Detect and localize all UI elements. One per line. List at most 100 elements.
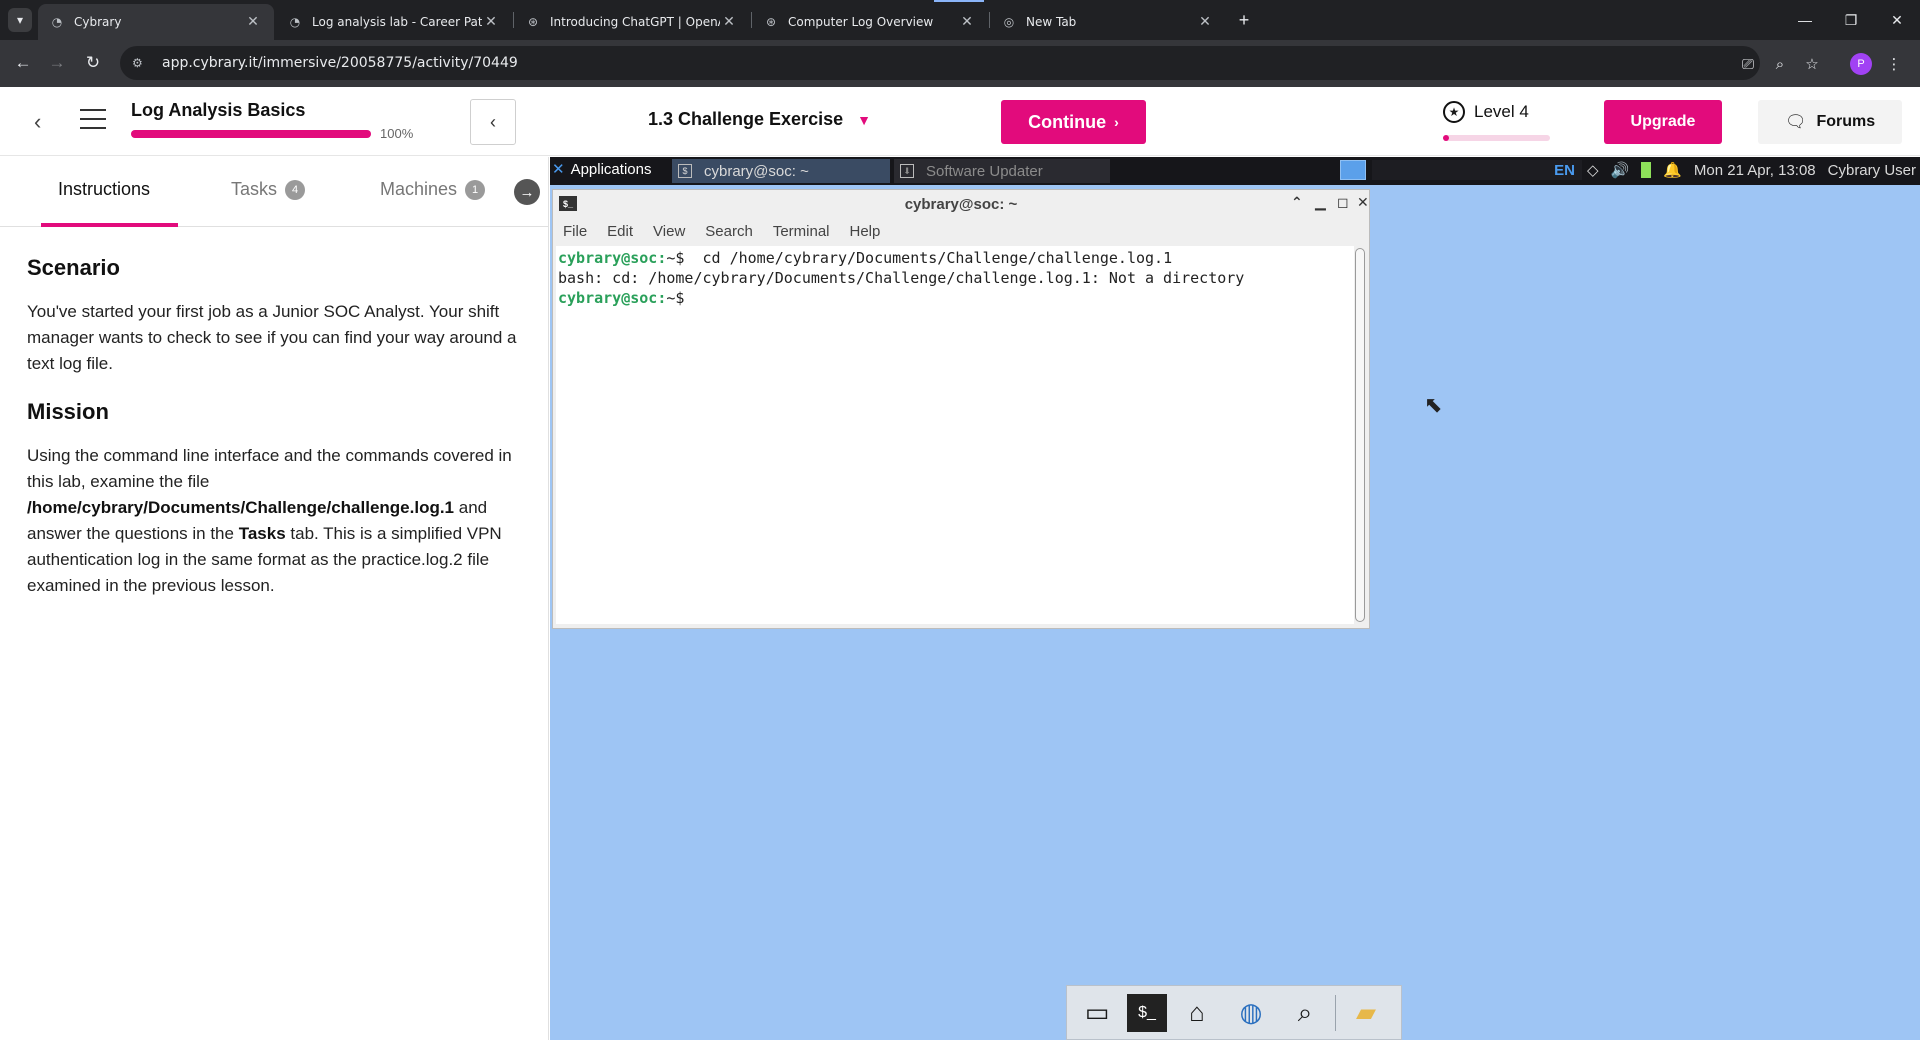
restore-window-button[interactable]: ❐	[1828, 0, 1874, 40]
menu-search[interactable]: Search	[705, 223, 753, 240]
plus-icon: +	[1238, 9, 1250, 30]
browser-tab-1[interactable]: ◔ Cybrary ✕	[38, 4, 274, 40]
close-icon[interactable]: ✕	[244, 13, 262, 31]
address-bar[interactable]: ⚙ app.cybrary.it/immersive/20058775/acti…	[120, 46, 1760, 80]
close-icon[interactable]: ✕	[1196, 13, 1214, 31]
close-icon[interactable]: ✕	[482, 13, 500, 31]
workspace-empty[interactable]	[1372, 160, 1582, 180]
chevron-down-icon: ▾	[16, 13, 24, 27]
panel-tabs: Instructions Tasks 4 Machines 1 →	[0, 157, 549, 227]
terminal-line-1: ~$ cd /home/cybrary/Documents/Challenge/…	[666, 249, 1173, 267]
close-icon[interactable]: ✕	[958, 13, 976, 31]
taskbar-terminal-label: cybrary@soc: ~	[704, 162, 809, 180]
new-tab-button[interactable]: +	[1232, 8, 1256, 32]
menu-file[interactable]: File	[563, 223, 587, 240]
search-icon[interactable]: ⌕	[1281, 991, 1329, 1035]
course-progress-label: 100%	[380, 126, 414, 141]
minimize-window-button[interactable]: —	[1782, 0, 1828, 40]
terminal-launcher-icon[interactable]: $_	[1127, 993, 1167, 1032]
remote-desktop[interactable]: ✕ Applications $ cybrary@soc: ~ ⬇ Softwa…	[550, 157, 1920, 1040]
minimize-icon[interactable]: ▁	[1315, 194, 1326, 211]
machines-count-badge: 1	[465, 179, 486, 200]
close-icon[interactable]: ✕	[1357, 194, 1369, 211]
browser-tabstrip: ▾ ◔ Cybrary ✕ ◔ Log analysis lab - Caree…	[0, 0, 1920, 40]
terminal-line-3: ~$	[666, 289, 694, 307]
dock-separator	[1335, 994, 1336, 1031]
collapse-panel-button[interactable]: ‹	[470, 99, 516, 145]
close-window-button[interactable]: ✕	[1874, 0, 1920, 40]
terminal-titlebar[interactable]: $_ cybrary@soc: ~ ⌃ ▁ ◻ ✕	[553, 190, 1369, 218]
menu-terminal[interactable]: Terminal	[773, 223, 830, 240]
taskbar-terminal[interactable]: $ cybrary@soc: ~	[672, 159, 890, 183]
web-browser-icon[interactable]: ◍	[1227, 991, 1275, 1035]
chat-bubble-icon: 🗨	[1784, 112, 1807, 131]
terminal-window[interactable]: $_ cybrary@soc: ~ ⌃ ▁ ◻ ✕ File Edit View…	[552, 189, 1370, 629]
tab-label: Tasks	[231, 179, 278, 199]
mission-file-path: /home/cybrary/Documents/Challenge/challe…	[27, 498, 455, 517]
course-title: Log Analysis Basics	[131, 100, 306, 120]
hamburger-menu-icon[interactable]	[80, 109, 106, 129]
forums-label: Forums	[1816, 113, 1876, 130]
taskbar-software-updater[interactable]: ⬇ Software Updater	[894, 159, 1110, 183]
profile-avatar[interactable]: P	[1850, 53, 1872, 75]
terminal-title: cybrary@soc: ~	[904, 195, 1018, 213]
keyboard-layout[interactable]: EN	[1554, 162, 1575, 179]
reload-button[interactable]: ↻	[80, 50, 106, 76]
install-app-button[interactable]: ⎚	[1736, 52, 1760, 76]
browser-tab-2[interactable]: ◔ Log analysis lab - Career Paths ✕	[276, 4, 512, 40]
back-button[interactable]: ←	[10, 50, 36, 76]
taskbar-updater-label: Software Updater	[926, 162, 1043, 180]
site-settings-icon[interactable]: ⚙	[132, 56, 152, 70]
chevron-up-icon[interactable]: ⌃	[1291, 194, 1303, 211]
terminal-icon: $	[678, 164, 692, 178]
battery-icon[interactable]	[1641, 162, 1652, 178]
zoom-button[interactable]: ⌕	[1768, 52, 1792, 76]
terminal-output[interactable]: cybrary@soc:~$ cd /home/cybrary/Document…	[556, 246, 1354, 624]
xfce-logo-icon: ✕	[552, 161, 565, 178]
volume-icon[interactable]: 🔊	[1611, 161, 1630, 179]
bookmark-button[interactable]: ☆	[1800, 52, 1824, 76]
openai-icon: ⊛	[765, 15, 777, 29]
user-name[interactable]: Cybrary User	[1828, 162, 1916, 179]
workspace-switcher[interactable]	[1340, 160, 1366, 180]
level-progress-bar	[1443, 135, 1550, 141]
tabs-scroll-right-button[interactable]: →	[514, 179, 540, 205]
course-progress-fill	[131, 130, 371, 138]
forums-button[interactable]: 🗨 Forums	[1758, 100, 1902, 144]
bell-icon[interactable]: 🔔	[1663, 161, 1682, 179]
chevron-left-icon[interactable]: ‹	[34, 109, 41, 135]
maximize-icon[interactable]: ◻	[1337, 194, 1349, 211]
terminal-menubar: File Edit View Search Terminal Help	[553, 218, 1369, 244]
menu-edit[interactable]: Edit	[607, 223, 633, 240]
zoom-icon: ⌕	[1775, 55, 1785, 73]
wifi-icon[interactable]: ◇	[1587, 161, 1599, 179]
clock[interactable]: Mon 21 Apr, 13:08	[1694, 162, 1816, 179]
activity-selector[interactable]: 1.3 Challenge Exercise ▼	[648, 109, 871, 130]
continue-button[interactable]: Continue ›	[1001, 100, 1146, 144]
applications-menu[interactable]: ✕ Applications	[552, 160, 651, 179]
tab-tasks[interactable]: Tasks 4	[231, 179, 306, 200]
upgrade-button[interactable]: Upgrade	[1604, 100, 1722, 144]
terminal-icon: $_	[559, 196, 577, 211]
cybrary-icon: ◔	[289, 15, 301, 29]
browser-tab-4[interactable]: ⊛ Computer Log Overview ✕	[752, 4, 988, 40]
terminal-scrollbar[interactable]	[1355, 248, 1365, 622]
browser-tab-3[interactable]: ⊛ Introducing ChatGPT | OpenAI ✕	[514, 4, 750, 40]
show-desktop-icon[interactable]: ▭	[1073, 991, 1121, 1035]
tab-instructions[interactable]: Instructions	[58, 179, 150, 200]
forward-button[interactable]: →	[44, 50, 70, 76]
active-tab-underline	[41, 223, 178, 227]
terminal-line-2: bash: cd: /home/cybrary/Documents/Challe…	[558, 269, 1245, 287]
home-folder-icon[interactable]: ⌂	[1173, 991, 1221, 1035]
close-icon[interactable]: ✕	[720, 13, 738, 31]
folder-icon[interactable]: ▰	[1342, 991, 1390, 1035]
browser-tab-5[interactable]: ◎ New Tab ✕	[990, 4, 1226, 40]
instructions-content: Scenario You've started your first job a…	[27, 255, 527, 621]
browser-menu-button[interactable]: ⋮	[1882, 52, 1906, 76]
menu-help[interactable]: Help	[850, 223, 881, 240]
close-icon: ✕	[1891, 11, 1903, 28]
system-tray: EN ◇ 🔊 🔔 Mon 21 Apr, 13:08 Cybrary User	[1554, 161, 1916, 180]
tab-machines[interactable]: Machines 1	[380, 179, 486, 200]
menu-view[interactable]: View	[653, 223, 685, 240]
tab-search-button[interactable]: ▾	[8, 8, 32, 32]
